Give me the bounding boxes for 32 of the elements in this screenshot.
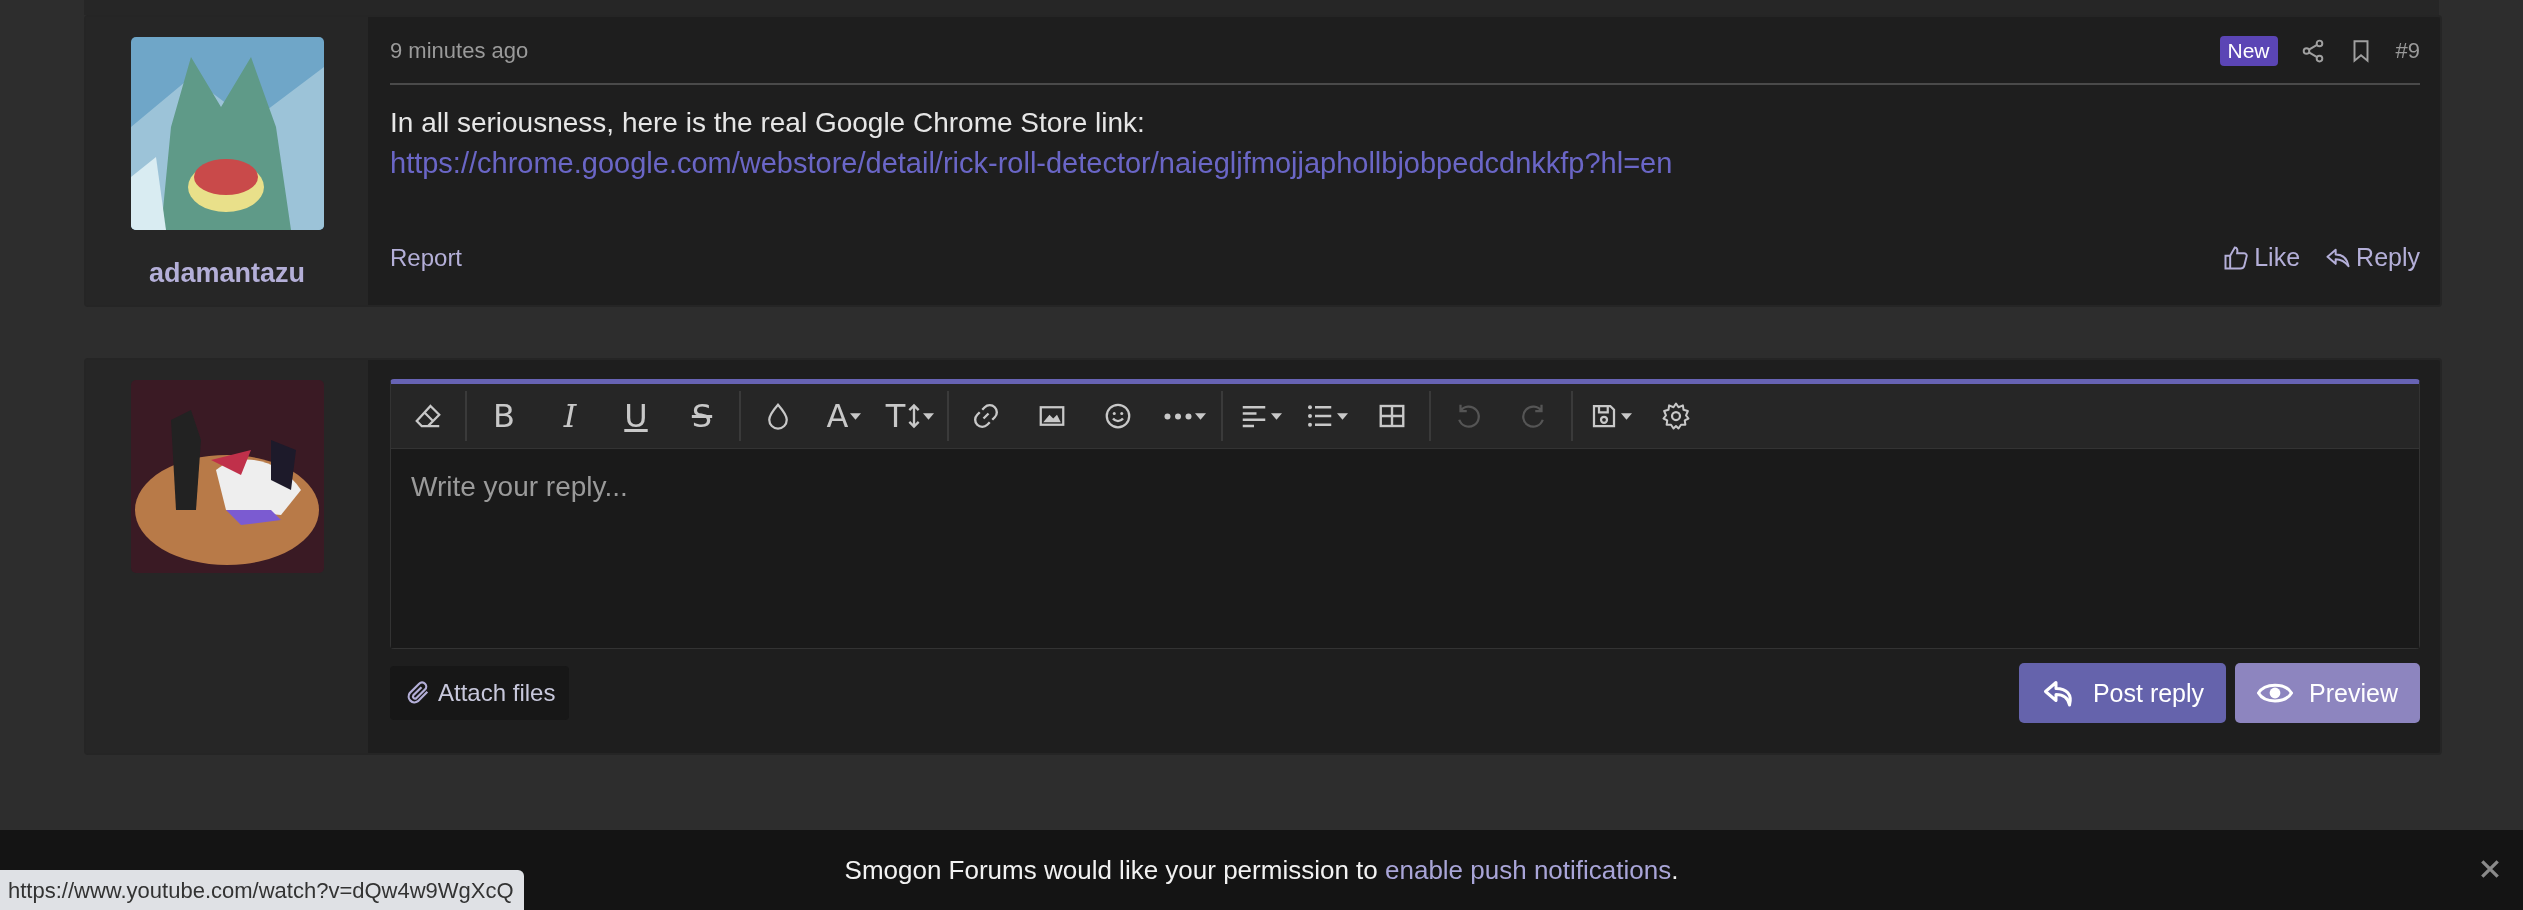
status-url: https://www.youtube.com/watch?v=dQw4w9WgXcQ — [0, 870, 524, 910]
post-reply-button[interactable]: Post reply — [2018, 663, 2227, 723]
reply-link[interactable]: Reply — [2324, 243, 2420, 272]
smiley-icon — [1103, 401, 1133, 431]
enable-notifications-link[interactable]: enable push notifications — [1385, 854, 1672, 885]
notification-message: Smogon Forums would like your permission to enable push notifications. — [844, 854, 1679, 886]
caret-icon — [850, 412, 862, 420]
like-link[interactable]: Like — [2222, 243, 2301, 272]
caret-icon — [1194, 412, 1206, 420]
reply-field[interactable]: Write your reply... — [391, 449, 2419, 648]
underline-button[interactable]: U — [603, 389, 669, 443]
attach-files-button[interactable]: Attach files — [390, 666, 570, 720]
link-icon — [971, 401, 1001, 431]
username[interactable]: adamantazu — [148, 258, 305, 289]
caret-icon — [923, 412, 935, 420]
ellipsis-icon — [1162, 411, 1193, 421]
report-link[interactable]: Report — [390, 243, 463, 272]
italic-button[interactable]: I — [537, 389, 603, 443]
post-number[interactable]: #9 — [2395, 38, 2420, 64]
font-color-button[interactable]: A — [811, 389, 877, 443]
up-down-arrow-icon — [907, 402, 922, 430]
strikethrough-button[interactable]: S — [669, 389, 735, 443]
caret-icon — [1620, 412, 1632, 420]
new-badge: New — [2219, 36, 2278, 66]
settings-icon — [1661, 401, 1691, 431]
post-text: In all seriousness, here is the real Google Chrome Store link: — [390, 106, 1146, 140]
bold-button[interactable]: B — [471, 389, 537, 443]
text-size-button[interactable]: T — [877, 389, 943, 443]
post-time[interactable]: 9 minutes ago — [390, 38, 529, 64]
close-icon[interactable] — [2479, 858, 2501, 880]
caret-icon — [1336, 412, 1348, 420]
caret-icon — [1270, 412, 1282, 420]
